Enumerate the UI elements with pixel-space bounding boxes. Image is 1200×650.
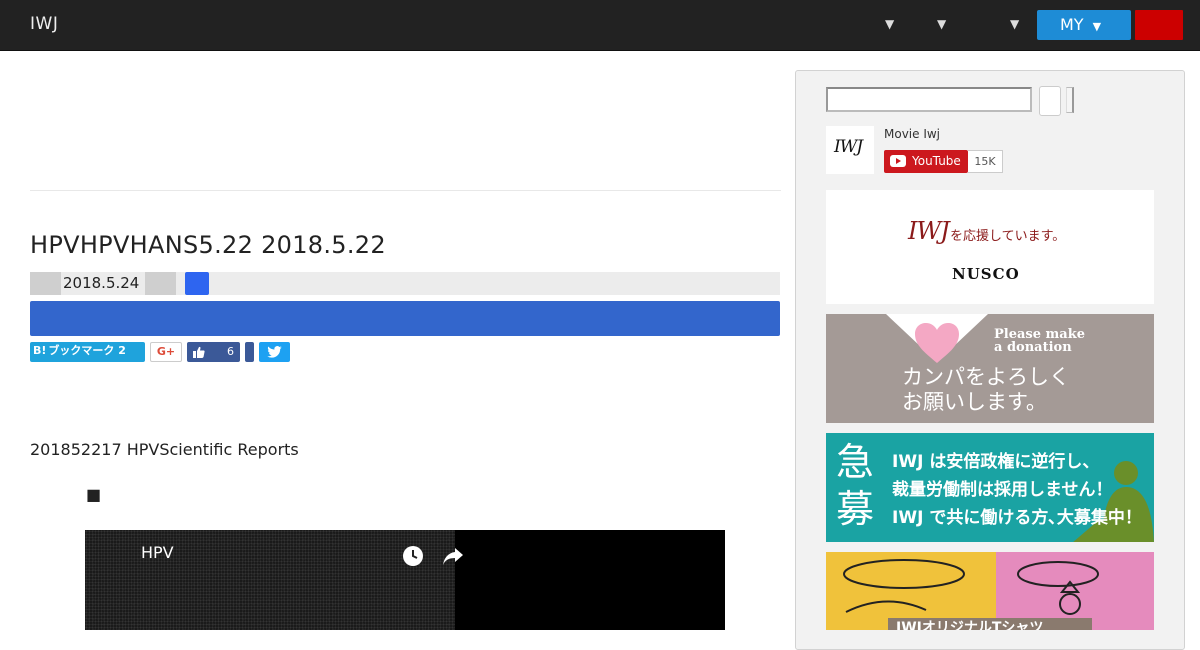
search-submit-button[interactable] — [1066, 87, 1074, 113]
hatena-bookmark-button[interactable]: B! ブックマーク 2 — [30, 342, 145, 362]
donate-japanese-text: カンパをよろしく お願いします。 — [902, 365, 1070, 415]
red-action-button[interactable] — [1135, 10, 1183, 40]
my-menu-button[interactable]: MY ▼ — [1037, 10, 1131, 40]
recruit-line2: 裁量労働制は採用しません！ — [892, 480, 1113, 500]
nusco-banner-iwj-logo: IWJ — [908, 217, 950, 245]
donate-jp-line2: お願いします。 — [902, 390, 1047, 414]
twitter-bird-icon — [267, 346, 282, 358]
tshirt-banner[interactable]: IWJオリジナルTシャツ — [826, 552, 1154, 630]
recruit-line1: IWJ は安倍政権に逆行し、 — [892, 452, 1100, 472]
meta-tag-left — [30, 272, 61, 295]
nav-dropdown-3-chevron-down-icon[interactable]: ▼ — [1010, 17, 1019, 31]
google-plus-share-button[interactable]: G+ — [150, 342, 182, 362]
meta-tag-right — [145, 272, 176, 295]
hatena-icon: B! — [33, 344, 47, 357]
embedded-video-player[interactable]: HPV — [85, 530, 725, 630]
recruit-banner[interactable]: 急 募 IWJ は安倍政権に逆行し、 裁量労働制は採用しません！ IWJ で共に… — [826, 433, 1154, 542]
youtube-channel-avatar[interactable]: IWJ — [826, 126, 874, 174]
search-button[interactable] — [1039, 86, 1061, 116]
hatena-count: 2 — [118, 344, 126, 357]
donate-english-text: Please make a donation — [994, 328, 1085, 354]
youtube-channel-name[interactable]: Movie Iwj — [884, 127, 940, 141]
donate-en-line2: a donation — [994, 340, 1072, 355]
article-title: HPVHPVHANS5.22 2018.5.22 — [30, 231, 386, 259]
recruit-char2: 募 — [836, 487, 875, 531]
article-body-text: 201852217 HPVScientific Reports — [30, 440, 299, 459]
recruit-char1: 急 — [836, 440, 875, 484]
nusco-banner-tagline: を応援しています。 — [950, 229, 1066, 244]
donate-jp-line1: カンパをよろしく — [902, 365, 1070, 389]
recruit-message: IWJ は安倍政権に逆行し、 裁量労働制は採用しません！ IWJ で共に働ける方… — [892, 448, 1142, 532]
facebook-share-button[interactable] — [245, 342, 254, 362]
video-title[interactable]: HPV — [141, 543, 174, 562]
nav-dropdown-2-chevron-down-icon[interactable]: ▼ — [937, 17, 946, 31]
twitter-share-button[interactable] — [259, 342, 290, 362]
nusco-logo: NUSCO — [952, 265, 1020, 283]
share-arrow-icon[interactable] — [442, 546, 464, 566]
donation-banner[interactable]: Please make a donation カンパをよろしく お願いします。 — [826, 314, 1154, 423]
site-logo[interactable]: IWJ — [30, 14, 58, 34]
youtube-subscribe-label: YouTube — [912, 154, 961, 168]
article-meta-bar — [30, 272, 780, 295]
member-banner-bar[interactable] — [30, 301, 780, 336]
tshirt-caption: IWJオリジナルTシャツ — [888, 618, 1092, 630]
google-plus-icon: G+ — [156, 345, 176, 358]
facebook-like-count: 6 — [227, 345, 234, 358]
youtube-play-icon — [890, 155, 906, 167]
bullet-marker: ■ — [86, 485, 102, 504]
my-menu-label: MY — [1060, 15, 1084, 34]
youtube-subscriber-count: 15K — [968, 150, 1003, 173]
youtube-subscribe-button[interactable]: YouTube — [884, 150, 968, 173]
chevron-down-icon: ▼ — [1092, 20, 1102, 33]
article-date: 2018.5.24 — [63, 274, 140, 292]
nav-dropdown-1-chevron-down-icon[interactable]: ▼ — [885, 17, 894, 31]
heart-icon — [915, 323, 959, 363]
channel-logo-text: IWJ — [834, 137, 863, 157]
clock-icon[interactable] — [402, 545, 424, 567]
top-navbar: IWJ ▼ ▼ ▼ MY ▼ — [0, 0, 1200, 51]
thumbs-up-icon — [193, 346, 205, 358]
hatena-label: ブックマーク — [48, 344, 115, 357]
nusco-sponsor-banner[interactable]: IWJ を応援しています。 NUSCO — [826, 190, 1154, 304]
sidebar-search-input[interactable] — [826, 87, 1032, 112]
recruit-line3: IWJ で共に働ける方､大募集中！ — [892, 508, 1142, 528]
recruit-urgent-text: 急 募 — [836, 439, 874, 533]
divider — [30, 190, 781, 191]
facebook-like-button[interactable]: 6 — [187, 342, 240, 362]
meta-category-badge[interactable] — [185, 272, 209, 295]
